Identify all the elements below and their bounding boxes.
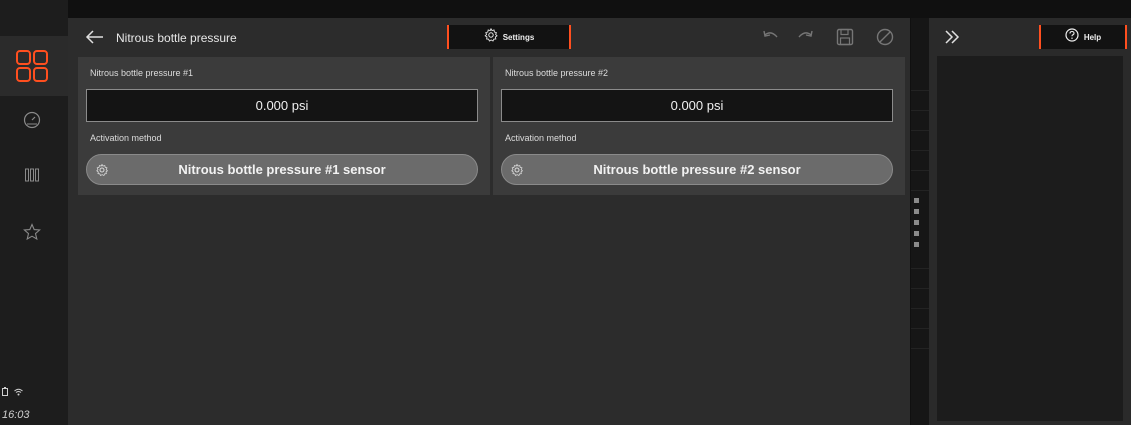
gauge-icon[interactable] [8, 100, 56, 140]
resize-handle[interactable] [914, 198, 919, 203]
resize-handle[interactable] [914, 209, 919, 214]
battery-icon [2, 387, 8, 399]
help-content [937, 56, 1123, 421]
divider-line [911, 308, 929, 309]
sensor-label: Nitrous bottle pressure #2 sensor [593, 162, 801, 177]
save-icon[interactable] [834, 26, 856, 48]
columns-icon[interactable] [8, 155, 56, 195]
activation-method-label: Activation method [90, 133, 162, 143]
wifi-icon [14, 388, 23, 399]
activation-sensor-button[interactable]: Nitrous bottle pressure #1 sensor [86, 154, 478, 185]
activation-method-label: Activation method [505, 133, 577, 143]
page-title: Nitrous bottle pressure [116, 31, 237, 45]
gear-icon [95, 163, 109, 177]
activation-sensor-button[interactable]: Nitrous bottle pressure #2 sensor [501, 154, 893, 185]
undo-icon[interactable] [760, 26, 782, 48]
status-bar: 16:03 [2, 387, 66, 421]
help-button[interactable]: Help [1039, 25, 1127, 49]
divider-line [911, 328, 929, 329]
card-label: Nitrous bottle pressure #1 [90, 68, 194, 78]
dashboard-grid-icon[interactable] [8, 46, 56, 86]
help-panel: Help [929, 18, 1131, 425]
divider-line [911, 110, 929, 111]
settings-button[interactable]: Settings [447, 25, 571, 49]
main-panel: Nitrous bottle pressure Settings Nitrous… [68, 18, 910, 425]
clock-time: 16:03 [2, 409, 30, 421]
divider-line [911, 90, 929, 91]
left-rail: 16:03 [0, 0, 68, 425]
pressure-card-2: Nitrous bottle pressure #2 0.000 psi Act… [493, 57, 905, 195]
divider-line [911, 190, 929, 191]
chevron-double-right-icon[interactable] [941, 26, 963, 48]
resize-handle[interactable] [914, 220, 919, 225]
divider-line [911, 268, 929, 269]
divider-line [911, 170, 929, 171]
pressure-card-1: Nitrous bottle pressure #1 0.000 psi Act… [78, 57, 490, 195]
help-label: Help [1083, 32, 1102, 42]
pressure-value-field[interactable]: 0.000 psi [501, 89, 893, 122]
cancel-icon[interactable] [874, 26, 896, 48]
divider-line [911, 288, 929, 289]
pressure-value-field[interactable]: 0.000 psi [86, 89, 478, 122]
divider-line [911, 130, 929, 131]
star-icon[interactable] [8, 212, 56, 252]
divider-line [911, 150, 929, 151]
resize-handle[interactable] [914, 242, 919, 247]
settings-label: Settings [502, 32, 535, 42]
help-icon [1065, 27, 1079, 47]
redo-icon[interactable] [794, 26, 816, 48]
gear-icon [484, 27, 498, 47]
back-arrow-icon[interactable] [84, 26, 106, 48]
gear-icon [510, 163, 524, 177]
card-label: Nitrous bottle pressure #2 [505, 68, 609, 78]
resize-handle[interactable] [914, 231, 919, 236]
divider-line [911, 348, 929, 349]
sensor-label: Nitrous bottle pressure #1 sensor [178, 162, 386, 177]
